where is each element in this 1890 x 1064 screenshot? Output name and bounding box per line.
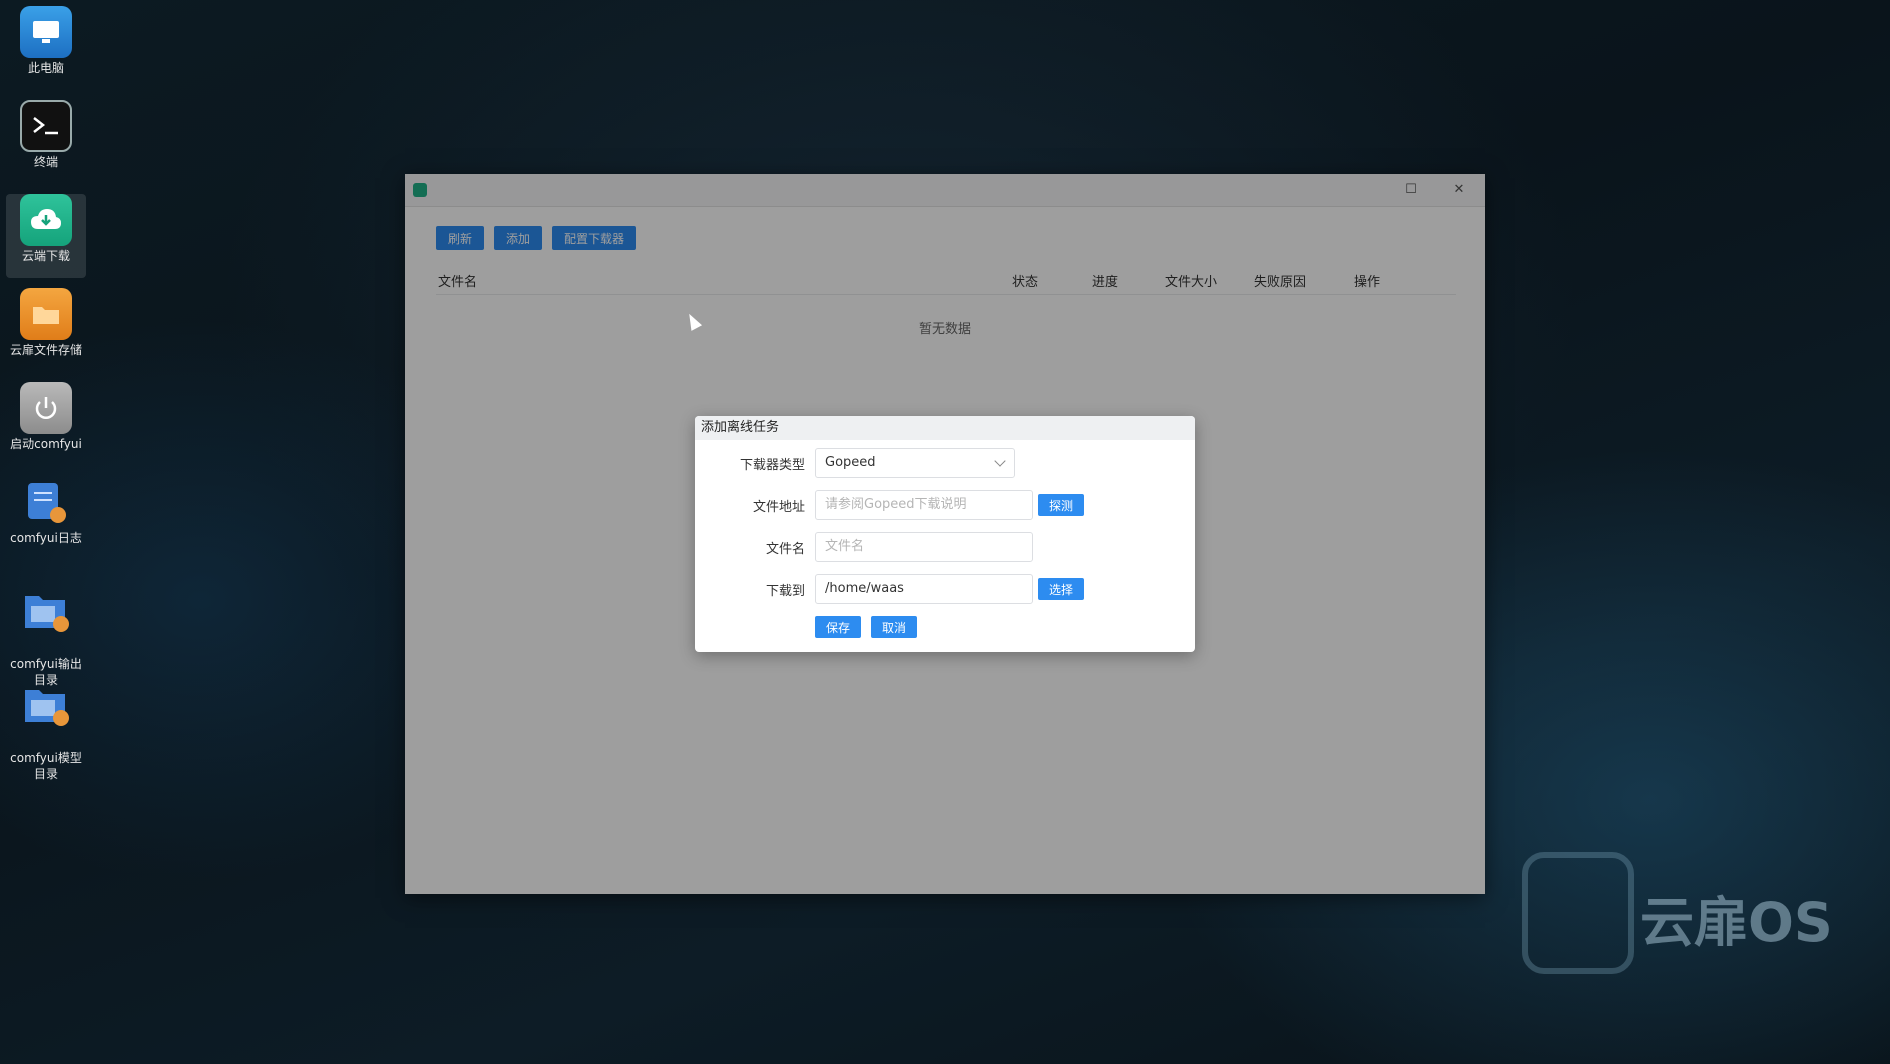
url-row: 文件地址 请参阅Gopeed下载说明 探测 — [695, 490, 1195, 520]
filename-input[interactable]: 文件名 — [815, 532, 1033, 562]
url-label: 文件地址 — [752, 500, 805, 515]
chevron-down-icon — [994, 455, 1006, 467]
desktop-icon-comfyui-models[interactable]: comfyui模型 目录 — [6, 664, 86, 798]
terminal-icon — [20, 100, 72, 152]
desktop-icon-label: comfyui模型 目录 — [10, 751, 82, 781]
desktop-icon-terminal[interactable]: 终端 — [6, 100, 86, 170]
computer-icon — [20, 6, 72, 58]
add-offline-task-dialog: 添加离线任务 下载器类型 Gopeed 文件地址 请参阅Gopeed下载说明 探… — [695, 416, 1195, 652]
dialog-actions: 保存 取消 — [815, 616, 918, 638]
desktop-icon-this-pc[interactable]: 此电脑 — [6, 6, 86, 76]
output-folder-icon — [20, 586, 72, 638]
desktop-icon-label: 云扉文件存储 — [9, 343, 82, 357]
desktop-icon-start-comfyui[interactable]: 启动comfyui — [6, 382, 86, 452]
download-to-label: 下载到 — [765, 584, 805, 599]
model-folder-icon — [20, 680, 72, 732]
desktop-icon-comfyui-log[interactable]: comfyui日志 — [6, 476, 86, 546]
downloader-type-value: Gopeed — [825, 455, 876, 470]
desktop-icon-cloud-download[interactable]: 云端下载 — [6, 194, 86, 278]
dialog-title: 添加离线任务 — [695, 416, 1195, 440]
save-button[interactable]: 保存 — [815, 616, 862, 638]
brand-text: 云扉OS — [1640, 891, 1833, 954]
brand-logo-icon — [1522, 852, 1634, 974]
download-path-input[interactable]: /home/waas — [815, 574, 1033, 604]
filename-row: 文件名 文件名 — [695, 532, 1195, 562]
log-file-icon — [20, 476, 72, 528]
desktop-icon-label: comfyui日志 — [10, 531, 82, 545]
choose-folder-button[interactable]: 选择 — [1038, 578, 1085, 600]
desktop-icon-file-storage[interactable]: 云扉文件存储 — [6, 288, 86, 358]
power-icon — [20, 382, 72, 434]
folder-icon — [20, 288, 72, 340]
desktop-icon-label: 云端下载 — [21, 249, 70, 263]
desktop-icon-label: 终端 — [33, 155, 58, 169]
desktop-icon-label: 此电脑 — [27, 61, 64, 75]
downloader-type-label: 下载器类型 — [739, 458, 805, 473]
downloader-type-row: 下载器类型 Gopeed — [695, 448, 1195, 478]
downloader-type-select[interactable]: Gopeed — [815, 448, 1015, 478]
cloud-download-icon — [20, 194, 72, 246]
desktop-icon-label: 启动comfyui — [10, 437, 82, 451]
detect-button[interactable]: 探测 — [1038, 494, 1085, 516]
filename-label: 文件名 — [765, 542, 805, 557]
download-to-row: 下载到 /home/waas 选择 — [695, 574, 1195, 604]
url-input[interactable]: 请参阅Gopeed下载说明 — [815, 490, 1033, 520]
cancel-button[interactable]: 取消 — [871, 616, 918, 638]
